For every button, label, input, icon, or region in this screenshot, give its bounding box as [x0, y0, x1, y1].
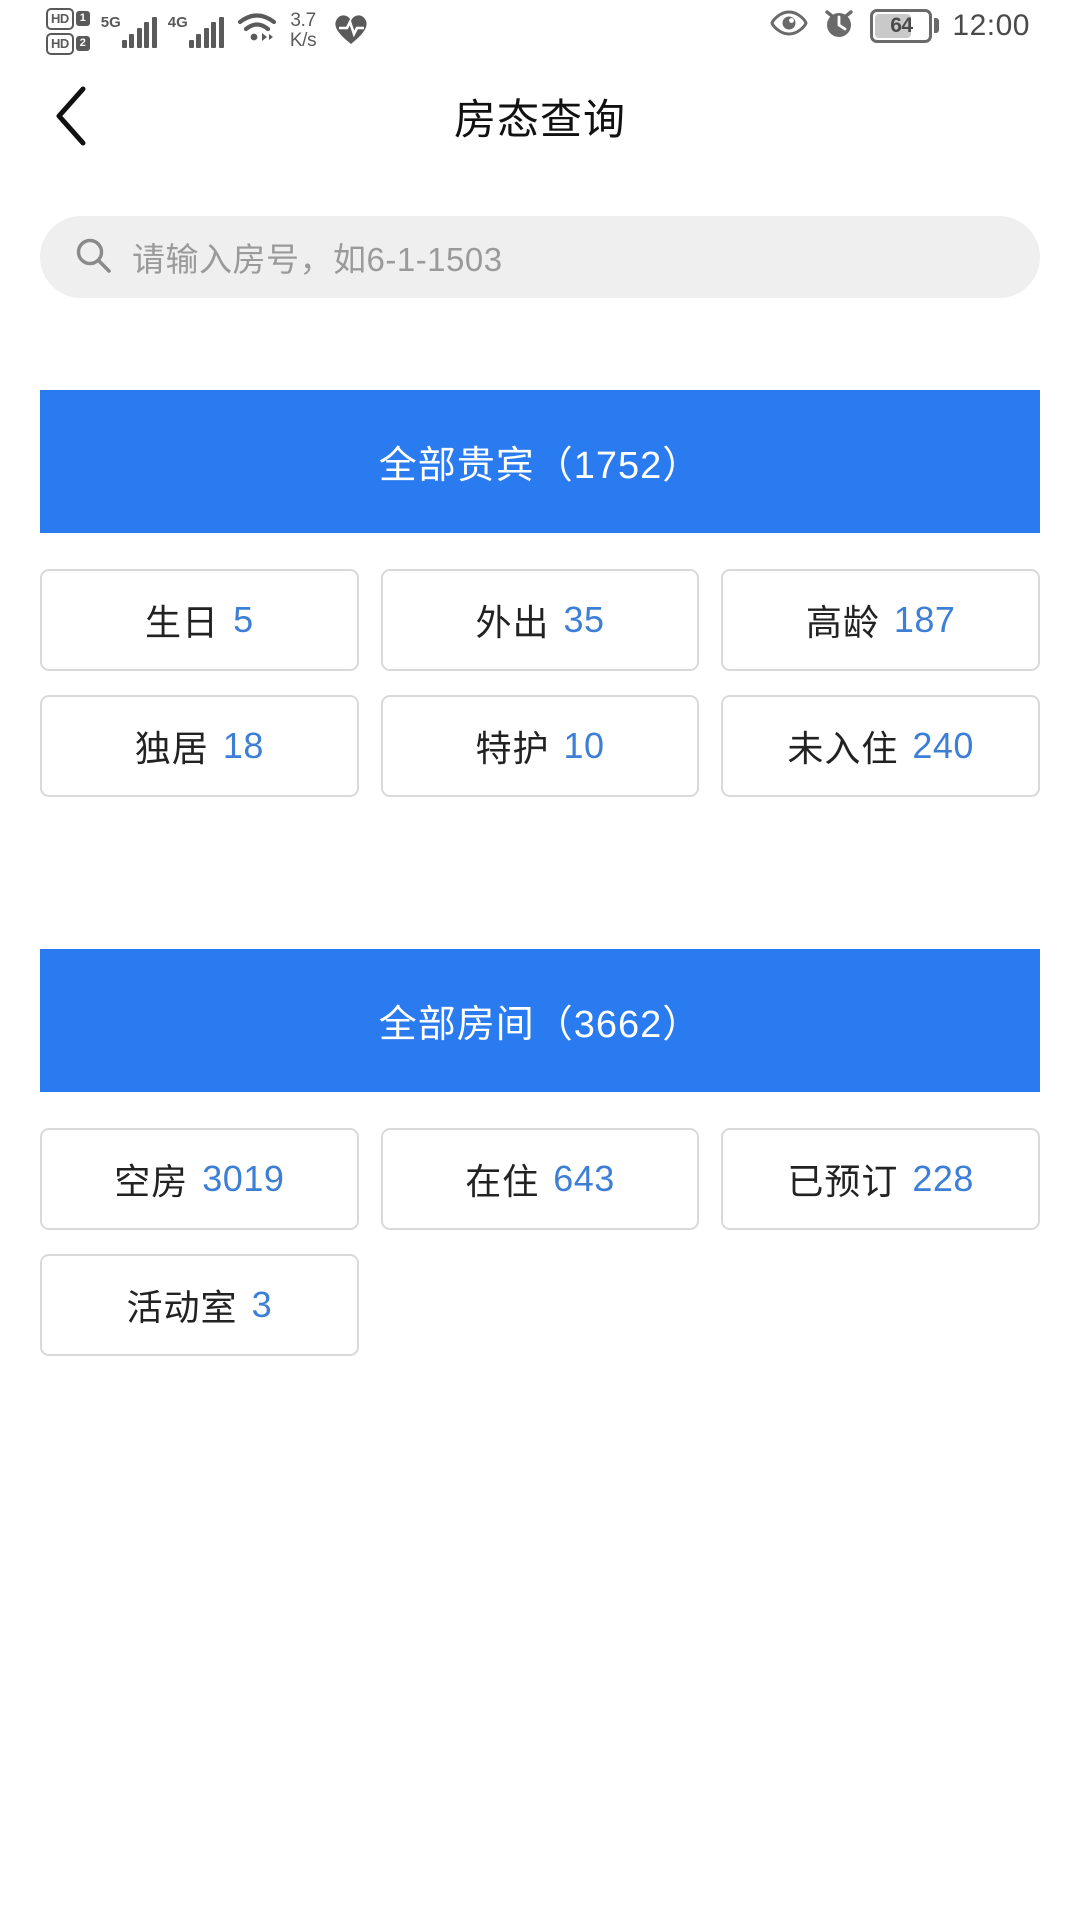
- hd-voice-indicators: HD 1 HD 2: [46, 7, 90, 55]
- signal-bars-icon: [188, 16, 224, 48]
- search-icon: [74, 236, 112, 279]
- sim2-badge: 2: [75, 36, 90, 51]
- network-type-label: 5G: [100, 13, 121, 31]
- card-value: 35: [563, 599, 605, 640]
- status-bar-clock: 12:00: [952, 8, 1030, 42]
- guest-status-section: 全部贵宾（1752） 生日 5 外出 35 高龄 187 独居 18 特护 10…: [0, 390, 1080, 797]
- hd-sim2: HD 2: [46, 32, 90, 55]
- battery-cap: [934, 18, 940, 33]
- search-input-placeholder[interactable]: 请输入房号，如6-1-1503: [132, 233, 503, 281]
- guest-category-grid: 生日 5 外出 35 高龄 187 独居 18 特护 10 未入住 240: [40, 569, 1040, 797]
- room-category-grid: 空房 3019 在住 643 已预订 228 活动室 3: [40, 1128, 1040, 1356]
- heart-rate-icon: [332, 12, 370, 51]
- network-type-label: 4G: [167, 13, 188, 31]
- card-label: 在住: [465, 1161, 540, 1202]
- status-bar: HD 1 HD 2 5G 4G 3.7 K/s 64 12:00: [0, 0, 1080, 62]
- signal-sim1: 5G: [101, 15, 157, 48]
- search-bar[interactable]: 请输入房号，如6-1-1503: [40, 216, 1040, 298]
- wifi-icon: [237, 12, 277, 49]
- card-value: 240: [912, 725, 974, 766]
- search-section: 请输入房号，如6-1-1503: [0, 170, 1080, 298]
- signal-sim2: 4G: [168, 15, 224, 48]
- guest-category-card[interactable]: 特护 10: [380, 695, 700, 797]
- room-category-card[interactable]: 已预订 228: [721, 1128, 1040, 1230]
- card-value: 18: [222, 725, 264, 766]
- card-value: 3019: [202, 1158, 285, 1199]
- battery-percent: 64: [890, 13, 913, 37]
- status-bar-right: 64 12:00: [770, 6, 1030, 45]
- card-label: 活动室: [126, 1287, 238, 1328]
- room-status-section: 全部房间（3662） 空房 3019 在住 643 已预订 228 活动室 3: [0, 949, 1080, 1356]
- alarm-clock-icon: [821, 6, 857, 45]
- card-label: 特护: [475, 728, 550, 769]
- card-value: 228: [912, 1158, 974, 1199]
- guest-category-card[interactable]: 未入住 240: [721, 695, 1040, 797]
- room-category-card[interactable]: 在住 643: [380, 1128, 700, 1230]
- room-category-card[interactable]: 活动室 3: [40, 1254, 359, 1356]
- room-category-card[interactable]: 空房 3019: [40, 1128, 359, 1230]
- card-label: 未入住: [787, 728, 899, 769]
- guest-category-card[interactable]: 生日 5: [40, 569, 359, 671]
- card-value: 643: [553, 1158, 615, 1199]
- page-title: 房态查询: [453, 95, 626, 143]
- chevron-left-icon: [56, 86, 86, 146]
- card-label: 高龄: [805, 602, 880, 643]
- all-guests-banner[interactable]: 全部贵宾（1752）: [40, 390, 1040, 533]
- all-rooms-banner-label: 全部房间（3662）: [378, 1004, 702, 1046]
- battery-icon: 64: [870, 8, 933, 43]
- network-speed: 3.7 K/s: [290, 11, 317, 51]
- guest-category-card[interactable]: 外出 35: [380, 569, 700, 671]
- battery-indicator: 64: [870, 8, 940, 43]
- guest-category-card[interactable]: 独居 18: [40, 695, 359, 797]
- all-guests-banner-label: 全部贵宾（1752）: [378, 445, 702, 487]
- eye-icon: [770, 8, 809, 43]
- card-value: 10: [563, 725, 605, 766]
- hd-icon: HD: [46, 7, 74, 30]
- card-label: 空房: [114, 1161, 189, 1202]
- navigation-bar: 房态查询: [0, 62, 1080, 170]
- status-bar-left: HD 1 HD 2 5G 4G 3.7 K/s: [46, 7, 370, 55]
- sim1-badge: 1: [75, 11, 90, 26]
- hd-icon: HD: [46, 32, 74, 55]
- card-value: 5: [233, 599, 254, 640]
- card-value: 187: [893, 599, 956, 640]
- card-value: 3: [251, 1284, 273, 1325]
- back-button[interactable]: [34, 78, 110, 154]
- network-speed-unit: K/s: [289, 30, 317, 51]
- card-label: 独居: [134, 728, 209, 769]
- card-label: 生日: [145, 602, 220, 643]
- card-label: 已预订: [787, 1161, 899, 1202]
- card-label: 外出: [475, 602, 550, 643]
- network-speed-value: 3.7: [290, 10, 316, 32]
- all-rooms-banner[interactable]: 全部房间（3662）: [40, 949, 1040, 1092]
- signal-bars-icon: [121, 16, 157, 48]
- guest-category-card[interactable]: 高龄 187: [721, 569, 1040, 671]
- hd-sim1: HD 1: [46, 7, 90, 30]
